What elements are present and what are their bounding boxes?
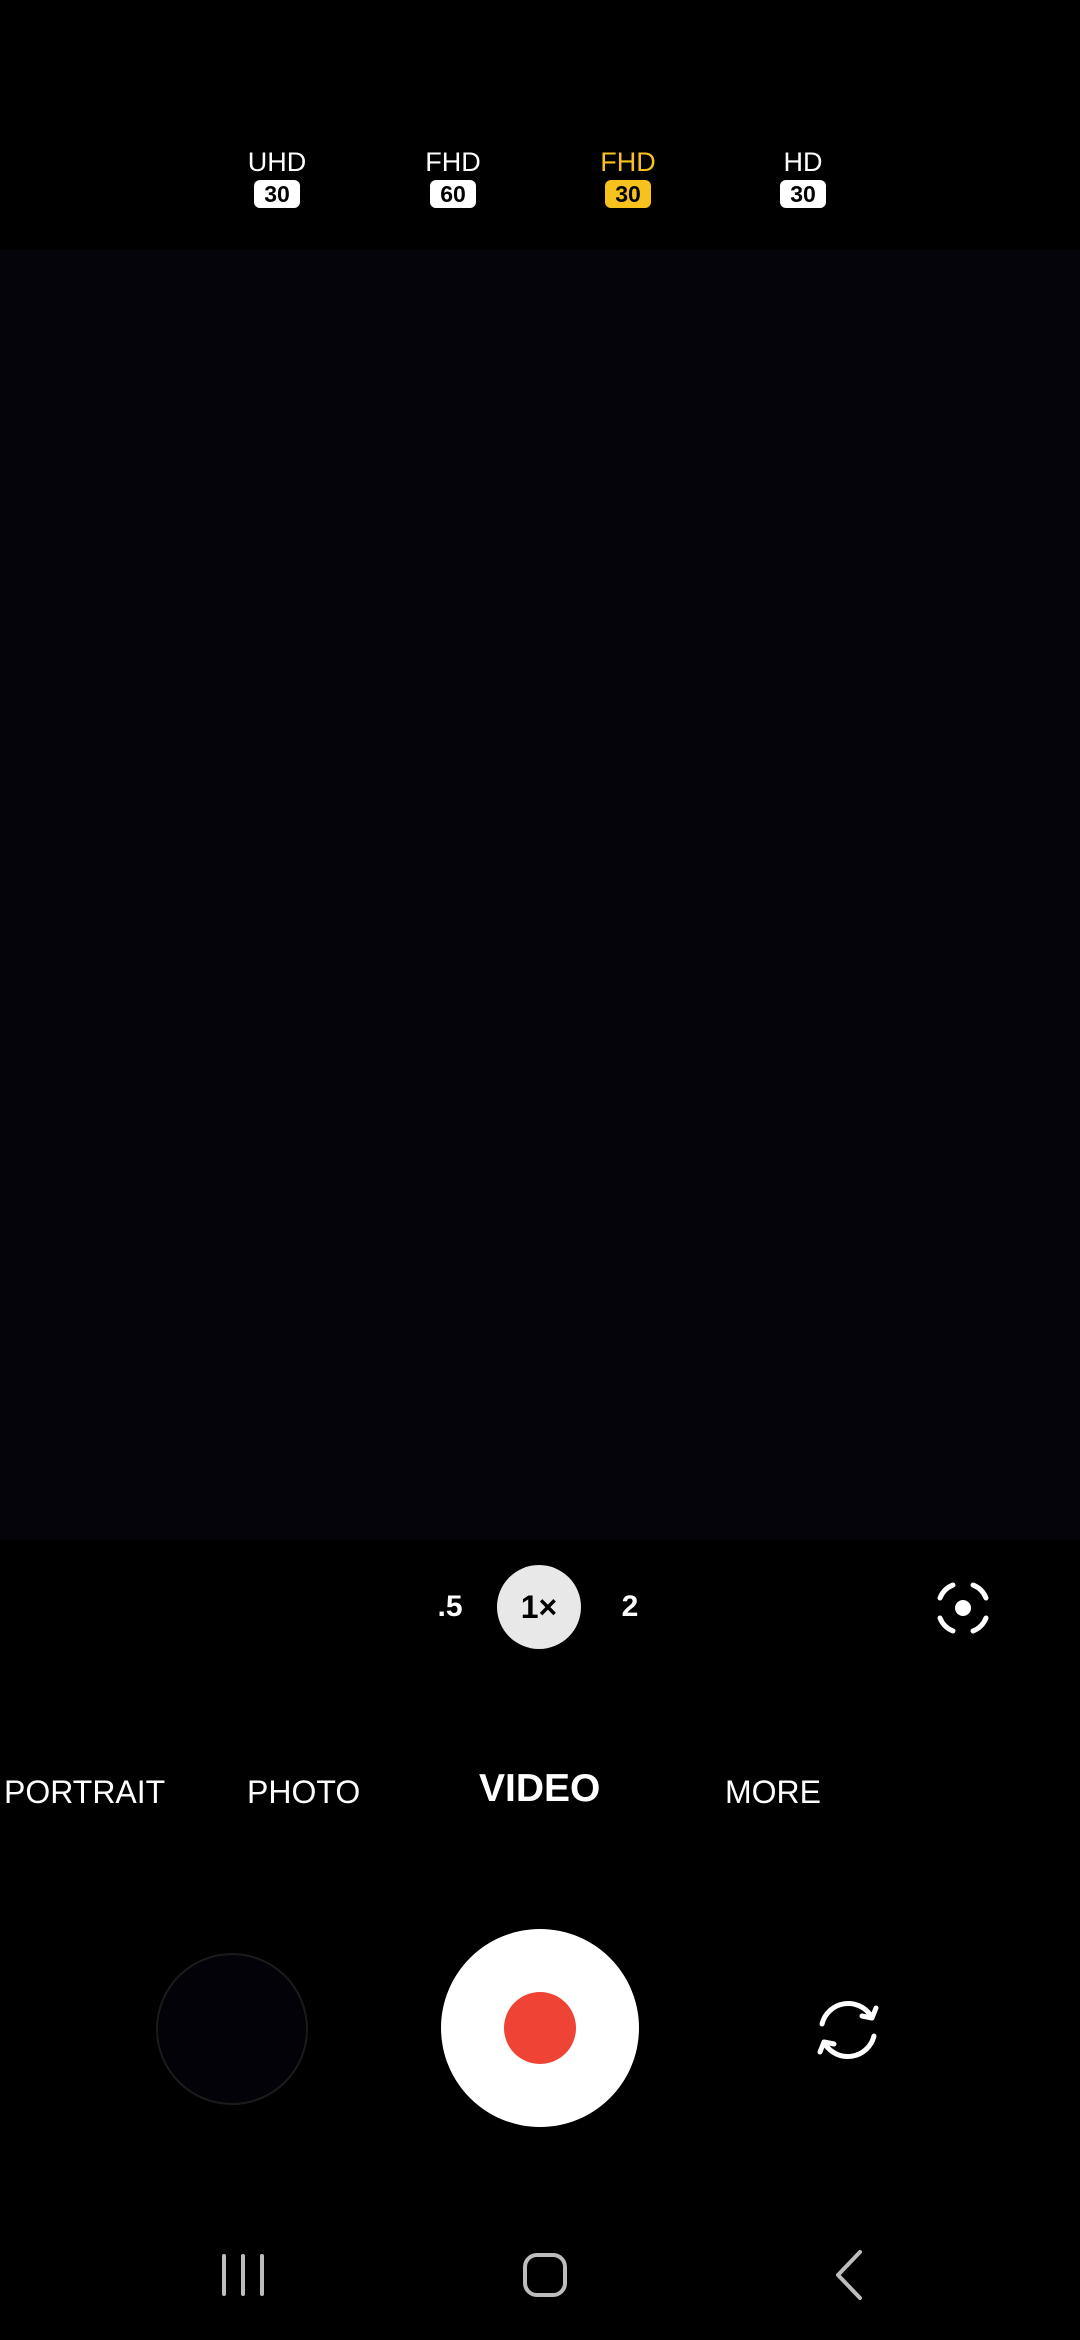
resolution-fps-badge: 30 — [780, 180, 826, 208]
resolution-fps-badge: 60 — [430, 180, 476, 208]
record-button[interactable] — [441, 1929, 639, 2127]
mode-video[interactable]: VIDEO — [479, 1767, 600, 1811]
resolution-selector: UHD 30 FHD 60 FHD 30 HD 30 — [0, 146, 1080, 226]
resolution-fps-badge: 30 — [605, 180, 651, 208]
recents-icon — [222, 2254, 264, 2296]
zoom-tele-button[interactable]: 2 — [610, 1565, 650, 1649]
flip-camera-button[interactable] — [808, 1990, 888, 2070]
resolution-label: FHD — [425, 147, 481, 177]
resolution-label: UHD — [247, 147, 307, 177]
resolution-option-fhd-60[interactable]: FHD 60 — [393, 146, 513, 208]
resolution-fps-badge: 30 — [254, 180, 300, 208]
nav-back-button[interactable] — [814, 2240, 884, 2310]
mode-more[interactable]: MORE — [725, 1770, 821, 1814]
mode-portrait[interactable]: PORTRAIT — [4, 1770, 165, 1814]
back-icon — [836, 2250, 862, 2300]
nav-home-button[interactable] — [510, 2240, 580, 2310]
record-icon — [504, 1992, 576, 2064]
zoom-wide-button[interactable]: .5 — [428, 1565, 472, 1649]
home-icon — [523, 2253, 567, 2297]
flip-camera-icon — [817, 2001, 879, 2059]
gallery-thumbnail-button[interactable] — [156, 1953, 308, 2105]
resolution-option-uhd-30[interactable]: UHD 30 — [217, 146, 337, 208]
camera-viewfinder[interactable] — [0, 250, 1080, 1540]
zoom-current-button[interactable]: 1× — [497, 1565, 581, 1649]
focus-target-icon — [937, 1582, 989, 1634]
resolution-label: FHD — [600, 147, 656, 177]
resolution-label: HD — [783, 147, 823, 177]
mode-photo[interactable]: PHOTO — [247, 1770, 360, 1814]
nav-recents-button[interactable] — [208, 2240, 278, 2310]
focus-target-button[interactable] — [935, 1580, 991, 1636]
resolution-option-hd-30[interactable]: HD 30 — [743, 146, 863, 208]
resolution-option-fhd-30[interactable]: FHD 30 — [568, 146, 688, 208]
